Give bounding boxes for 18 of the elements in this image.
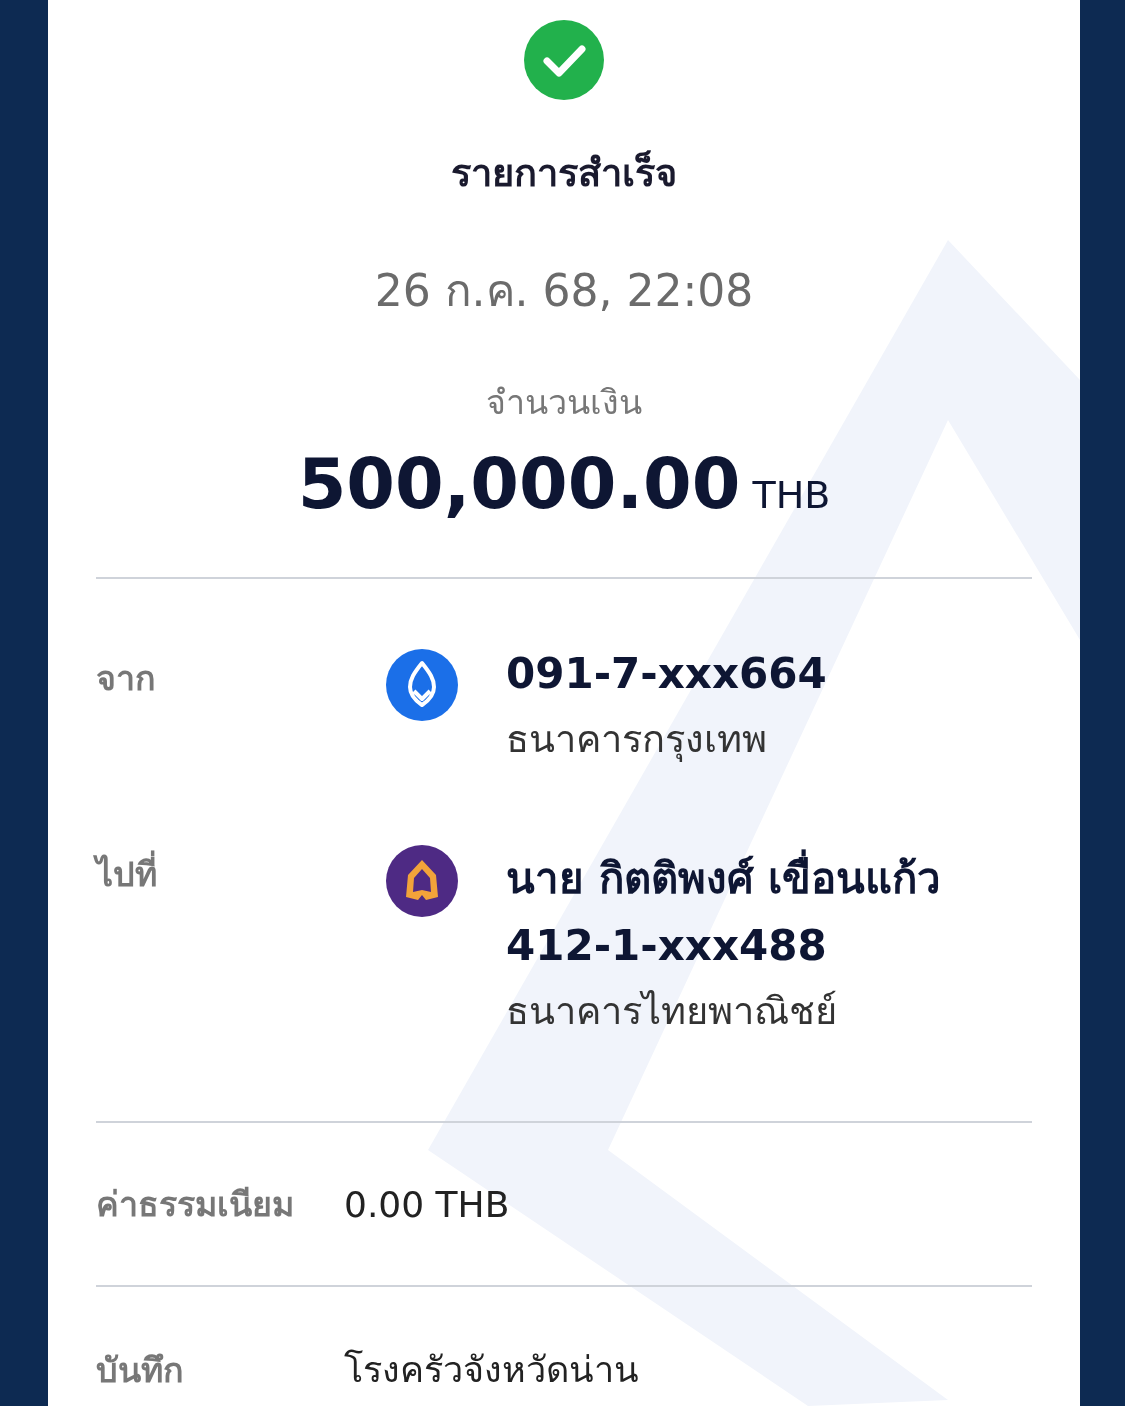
- currency-label: THB: [752, 473, 831, 517]
- detail-label: ค่าธรรมเนียม: [96, 1183, 295, 1226]
- bank-arch-icon: [386, 845, 458, 917]
- status-title: รายการสำเร็จ: [451, 149, 677, 197]
- party-label: จาก: [96, 657, 157, 700]
- amount-label: จำนวนเงิน: [486, 381, 642, 424]
- account-detail: 412-1-xxx488: [506, 921, 828, 970]
- detail-label: บันทึก: [96, 1348, 185, 1392]
- success-check-icon: [524, 20, 604, 100]
- transaction-datetime: 26 ก.ค. 68, 22:08: [374, 264, 754, 318]
- detail-value: 0.00 THB: [344, 1183, 511, 1225]
- account-detail: นาย กิตติพงศ์ เขื่อนแก้ว: [506, 845, 1032, 911]
- bank-name: ธนาคารไทยพาณิชย์: [506, 988, 838, 1035]
- account-detail: 091-7-xxx664: [506, 649, 828, 698]
- amount-value: 500,000.00: [297, 443, 741, 525]
- detail-value: โรงครัวจังหวัดน่าน: [344, 1348, 640, 1392]
- bank-leaf-icon: [386, 649, 458, 721]
- bank-name: ธนาคารกรุงเทพ: [506, 716, 768, 764]
